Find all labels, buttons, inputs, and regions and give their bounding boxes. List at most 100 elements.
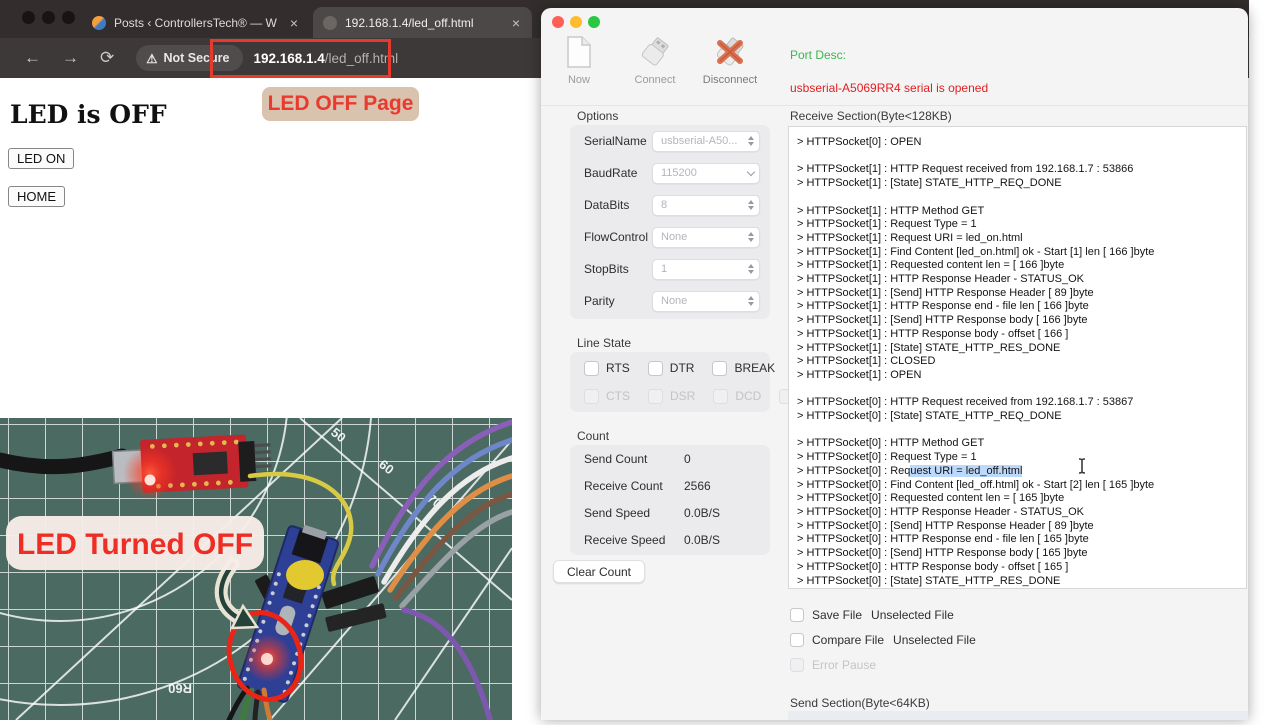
checkbox-save-file[interactable] bbox=[790, 608, 804, 622]
port-desc-label: Port Desc: bbox=[790, 48, 847, 62]
log-line: > HTTPSocket[1] : OPEN bbox=[797, 368, 922, 381]
log-line: > HTTPSocket[0] : HTTP Response end - fi… bbox=[797, 533, 1089, 546]
tab-close-icon[interactable]: × bbox=[288, 15, 300, 31]
stepper-icon bbox=[748, 200, 754, 210]
count-row: Send Speed 0.0B/S bbox=[570, 499, 770, 526]
log-line: > HTTPSocket[0] : HTTP Response Header -… bbox=[797, 505, 1085, 518]
send-section-title: Send Section(Byte<64KB) bbox=[790, 696, 930, 710]
disconnect-button[interactable]: Disconnect bbox=[698, 36, 762, 86]
log-line: > HTTPSocket[0] : HTTP Request received … bbox=[797, 396, 1134, 409]
browser-minimize-button[interactable] bbox=[42, 11, 55, 24]
serialname-select[interactable]: usbserial-A50... bbox=[652, 130, 760, 152]
checkbox-rts[interactable] bbox=[584, 360, 599, 376]
option-label: Parity bbox=[584, 294, 615, 308]
selected-log-text: uest URI = led_off.html bbox=[910, 464, 1023, 477]
log-line: > HTTPSocket[0] : [Send] HTTP Response b… bbox=[797, 547, 1088, 560]
log-line: > HTTPSocket[1] : [Send] HTTP Response b… bbox=[797, 314, 1088, 327]
checkbox-break[interactable] bbox=[712, 360, 728, 376]
log-line: > HTTPSocket[1] : HTTP Request received … bbox=[797, 163, 1134, 176]
options-panel: SerialName usbserial-A50... BaudRate 115200… bbox=[570, 125, 770, 319]
option-row-stopbits: StopBits 1 bbox=[570, 253, 770, 285]
now-button[interactable]: Now bbox=[547, 36, 611, 86]
forward-icon[interactable]: → bbox=[62, 48, 79, 68]
count-value: 0.0B/S bbox=[684, 532, 721, 547]
file-option-label: Error Pause bbox=[812, 658, 877, 672]
option-label: StopBits bbox=[584, 262, 629, 276]
log-line: > HTTPSocket[0] : HTTP Response body - o… bbox=[797, 560, 1069, 573]
checkbox-dtr[interactable] bbox=[647, 360, 663, 376]
databits-select[interactable]: 8 bbox=[652, 194, 760, 216]
disconnect-label: Disconnect bbox=[702, 74, 758, 86]
count-value: 0 bbox=[684, 451, 691, 466]
not-secure-pill[interactable]: ⚠ Not Secure bbox=[136, 45, 244, 71]
log-line: > HTTPSocket[1] : HTTP Response end - fi… bbox=[797, 300, 1089, 313]
baudrate-select[interactable]: 115200 bbox=[652, 162, 760, 184]
window-close-button[interactable] bbox=[552, 16, 564, 28]
send-input-area[interactable] bbox=[788, 711, 1248, 720]
now-label: Now bbox=[567, 74, 590, 86]
log-line: > HTTPSocket[1] : HTTP Response body - o… bbox=[797, 327, 1069, 340]
browser-tab-posts[interactable]: Posts ‹ ControllersTech® — W × bbox=[82, 7, 310, 38]
option-row-databits: DataBits 8 bbox=[570, 189, 770, 221]
browser-close-button[interactable] bbox=[22, 11, 35, 24]
page-title: LED is OFF bbox=[10, 100, 167, 129]
address-bar[interactable]: 192.168.1.4/led_off.html bbox=[253, 51, 398, 66]
connect-label: Connect bbox=[634, 74, 676, 86]
window-zoom-button[interactable] bbox=[588, 16, 600, 28]
serial-status-text: usbserial-A5069RR4 serial is opened bbox=[790, 81, 989, 95]
stepper-icon bbox=[748, 136, 754, 146]
checkbox-compare-file[interactable] bbox=[790, 633, 804, 647]
usb-plug-icon bbox=[641, 37, 669, 66]
url-host: 192.168.1.4 bbox=[253, 50, 325, 66]
parity-select[interactable]: None bbox=[652, 290, 760, 312]
log-line: > HTTPSocket[1] : HTTP Response Header -… bbox=[797, 273, 1085, 286]
option-value: 1 bbox=[661, 263, 668, 275]
back-icon[interactable]: ← bbox=[24, 48, 41, 68]
led-on-button[interactable]: LED ON bbox=[8, 148, 75, 169]
log-line: > HTTPSocket[0] : HTTP Method GET bbox=[797, 437, 985, 450]
file-option-compare-file: Compare File Unselected File bbox=[790, 631, 976, 649]
window-minimize-button[interactable] bbox=[570, 16, 582, 28]
line-state-panel: RTSDTRBREAKCTSDSRDCDRI bbox=[570, 352, 813, 412]
count-value: 0.0B/S bbox=[684, 505, 721, 520]
option-row-serialname: SerialName usbserial-A50... bbox=[570, 125, 770, 157]
stepper-icon bbox=[748, 296, 754, 306]
options-title: Options bbox=[577, 109, 619, 123]
browser-zoom-button[interactable] bbox=[62, 11, 75, 24]
receive-section-title: Receive Section(Byte<128KB) bbox=[790, 109, 952, 123]
photo-callout-text: LED Turned OFF bbox=[17, 528, 253, 561]
log-line: > HTTPSocket[1] : Requested content len … bbox=[797, 259, 1065, 272]
count-row: Receive Speed 0.0B/S bbox=[570, 526, 770, 553]
warning-icon: ⚠ bbox=[146, 51, 158, 66]
option-label: FlowControl bbox=[584, 230, 649, 244]
clear-count-button[interactable]: Clear Count bbox=[553, 560, 645, 583]
tab-close-icon[interactable]: × bbox=[510, 15, 522, 31]
checkbox-dcd bbox=[713, 388, 729, 404]
serial-terminal-window: Now Connect Disconnect Port Desc: usbser… bbox=[541, 8, 1248, 720]
option-value: None bbox=[661, 231, 688, 243]
controllerstech-favicon bbox=[92, 15, 106, 30]
flowcontrol-select[interactable]: None bbox=[652, 226, 760, 248]
connect-button[interactable]: Connect bbox=[623, 36, 687, 86]
photo-illustration: 50 60 70 R60 LED Turned OFF bbox=[0, 80, 515, 723]
line-state-title: Line State bbox=[577, 336, 632, 350]
stopbits-select[interactable]: 1 bbox=[652, 258, 760, 280]
browser-tab-led-off[interactable]: 192.168.1.4/led_off.html × bbox=[313, 7, 532, 38]
checkbox-label: DCD bbox=[735, 389, 762, 403]
log-line: > HTTPSocket[1] : [State] STATE_HTTP_REQ… bbox=[797, 177, 1062, 190]
option-value: 115200 bbox=[661, 167, 697, 179]
reload-icon[interactable]: ⟳ bbox=[100, 48, 114, 68]
count-value: 2566 bbox=[684, 478, 711, 493]
checkbox-label: CTS bbox=[606, 389, 630, 403]
log-line: > HTTPSocket[1] : Request URI = led_on.h… bbox=[797, 231, 1023, 244]
checkbox-label: DSR bbox=[670, 389, 696, 403]
checkbox-dsr bbox=[648, 388, 663, 404]
log-line: > HTTPSocket[0] : [State] STATE_HTTP_RES… bbox=[797, 574, 1061, 587]
document-icon bbox=[567, 36, 591, 68]
receive-log[interactable]: > HTTPSocket[0] : OPEN > HTTPSocket[1] :… bbox=[788, 126, 1247, 589]
globe-favicon bbox=[323, 15, 337, 30]
led-turned-off-callout: LED Turned OFF bbox=[6, 516, 264, 570]
home-button[interactable]: HOME bbox=[8, 186, 65, 207]
